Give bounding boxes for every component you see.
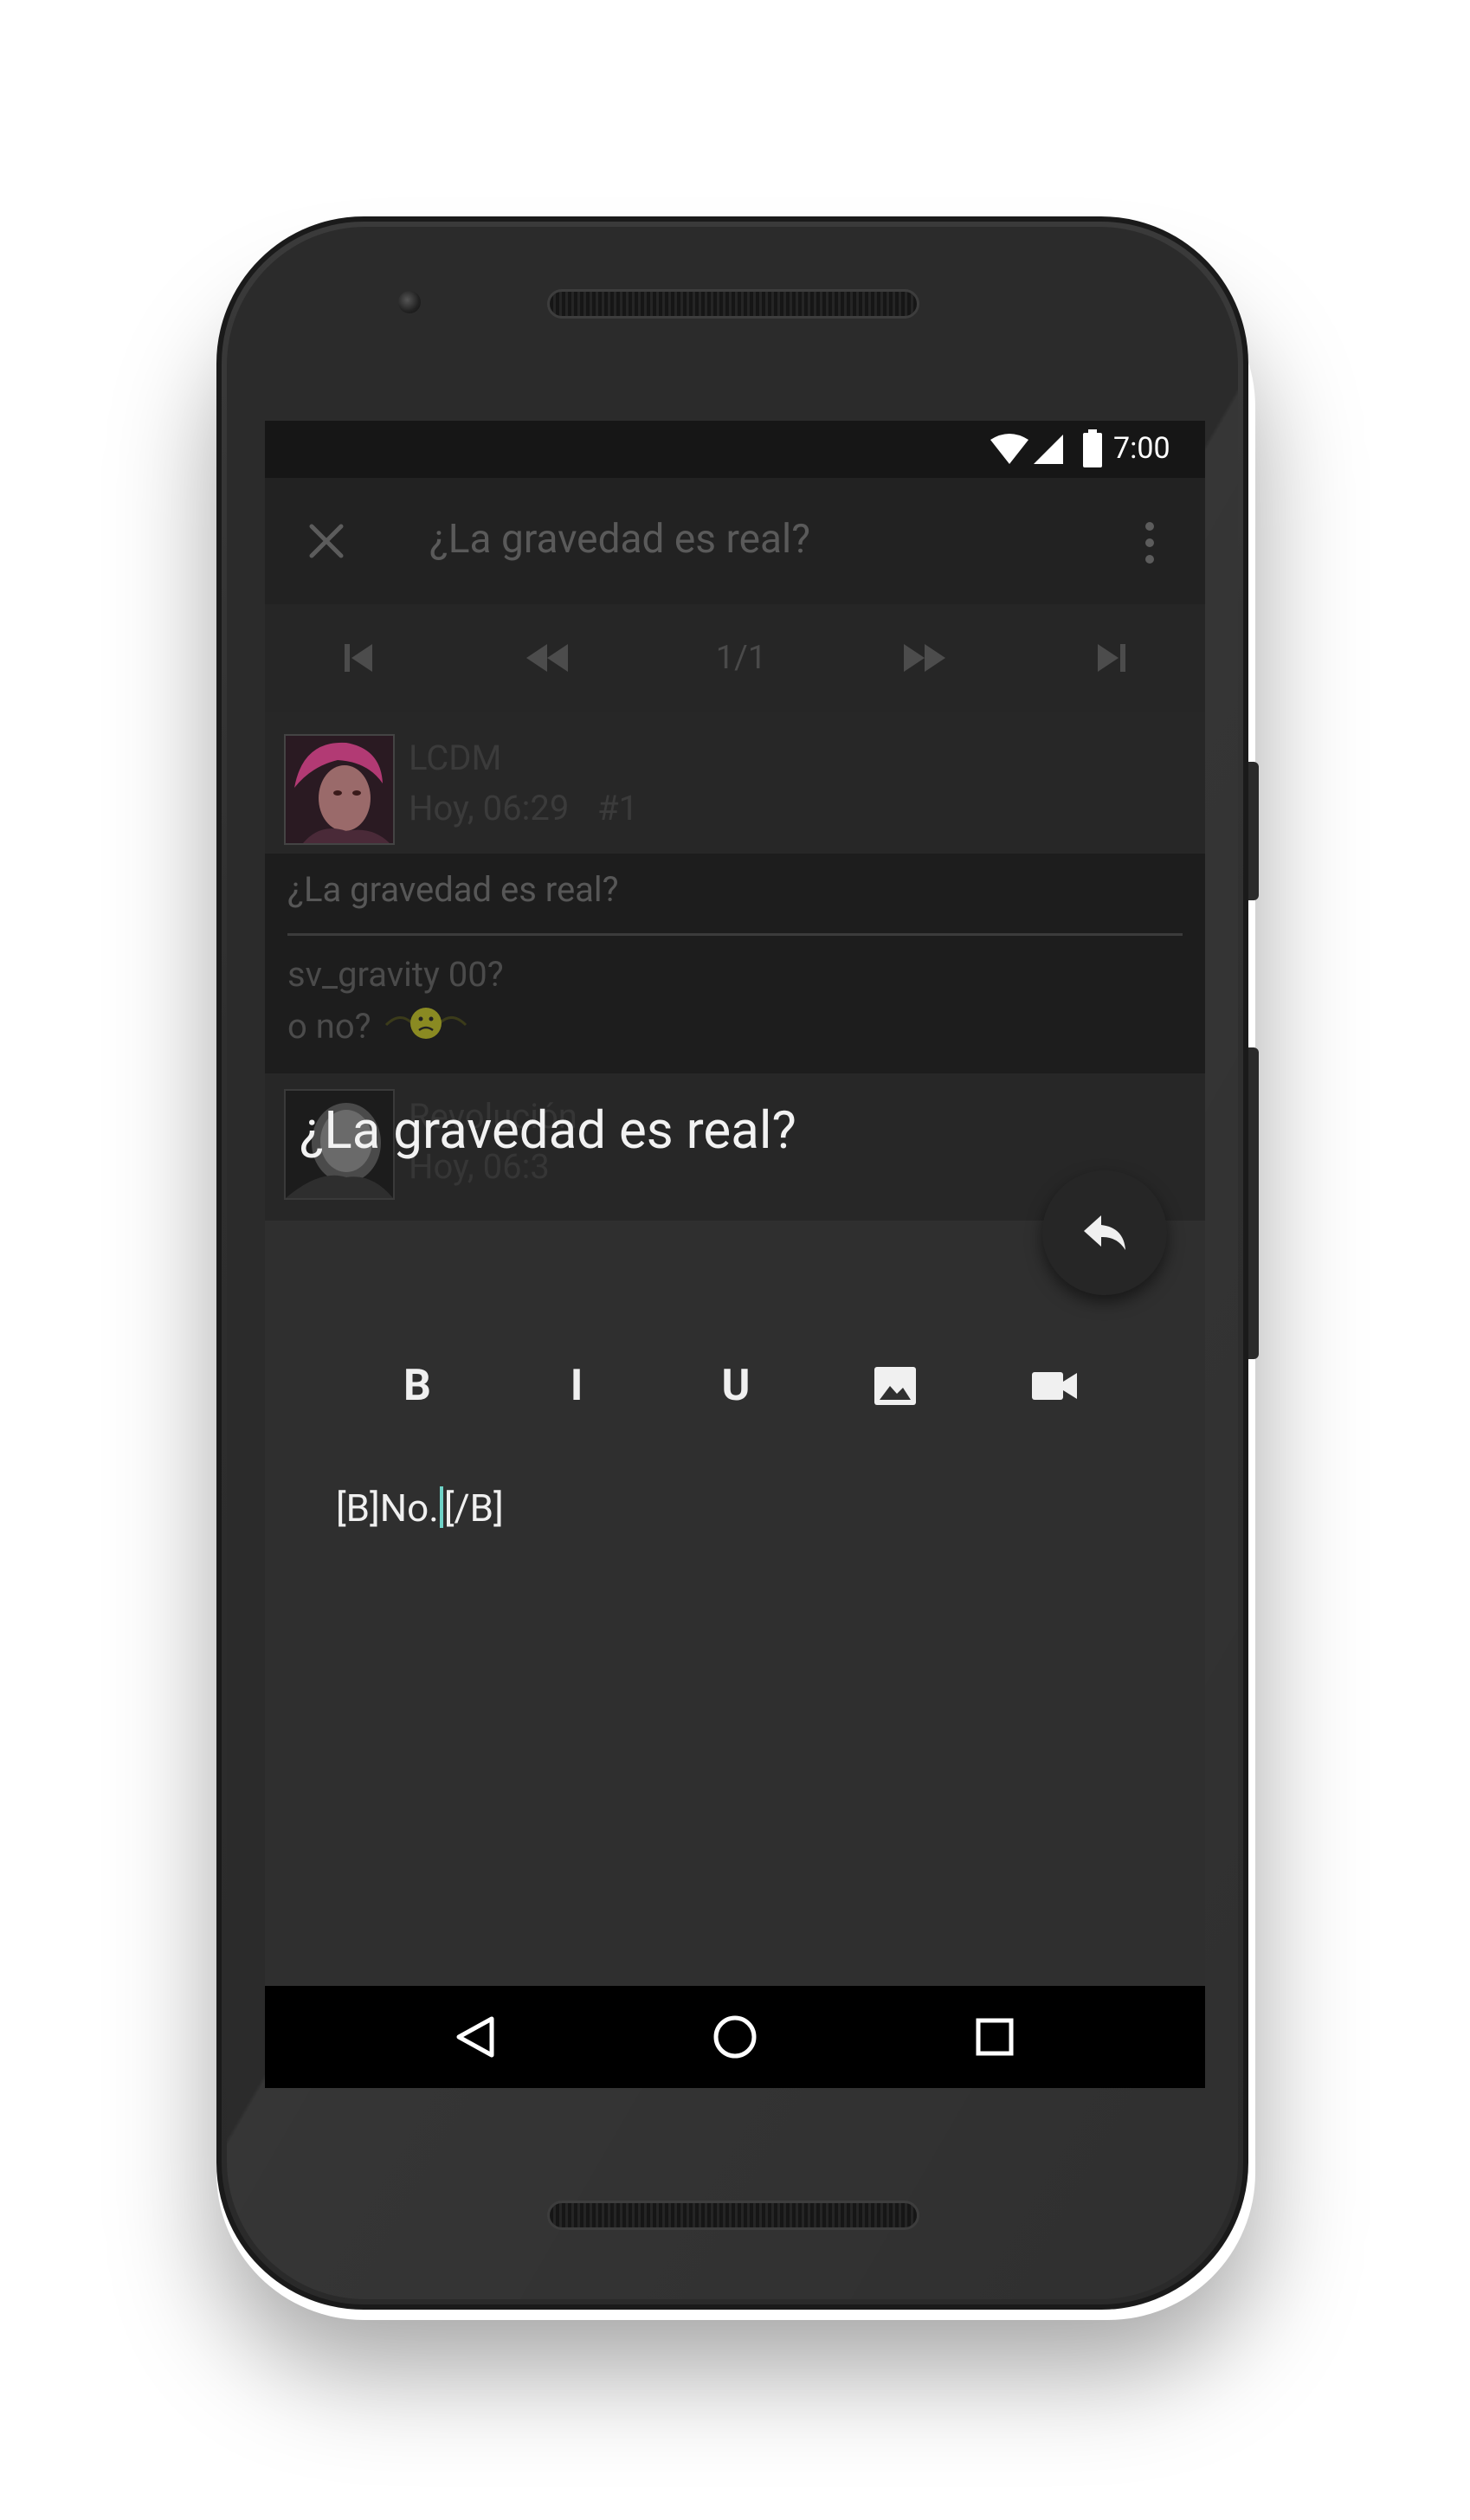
text-cursor <box>439 1486 443 1528</box>
home-circle-icon <box>713 2015 757 2059</box>
avatar-image <box>286 736 393 843</box>
recents-square-icon <box>976 2018 1014 2056</box>
format-toolbar: B I U <box>265 1312 1205 1460</box>
post-number: #1 <box>597 788 639 828</box>
screen: 7:00 ¿La gravedad es real? 1/1 LCDM Hoy,… <box>265 421 1205 2088</box>
post-title: ¿La gravedad es real? <box>287 869 619 910</box>
status-bar: 7:00 <box>265 421 1205 478</box>
bold-button[interactable]: B <box>370 1338 465 1434</box>
page-navigation: 1/1 <box>265 604 1205 712</box>
sad-emoticon-icon <box>384 1008 467 1039</box>
system-nav-bar <box>265 1986 1205 2088</box>
page-counter: 1/1 <box>715 639 767 677</box>
battery-icon <box>1083 429 1102 467</box>
wifi-icon <box>990 434 1028 464</box>
underline-button[interactable]: U <box>688 1338 783 1434</box>
close-icon[interactable] <box>308 523 345 559</box>
image-icon <box>874 1367 916 1405</box>
reply-icon <box>1084 1215 1125 1250</box>
recents-button[interactable] <box>956 1998 1034 2076</box>
insert-image-button[interactable] <box>848 1338 943 1434</box>
insert-video-button[interactable] <box>1007 1338 1102 1434</box>
reply-text-after-cursor: [/B] <box>443 1486 504 1531</box>
skip-last-icon[interactable] <box>1094 642 1129 674</box>
skip-first-icon[interactable] <box>341 642 376 674</box>
top-speaker <box>547 289 919 319</box>
avatar[interactable] <box>284 734 395 845</box>
post-author[interactable]: LCDM <box>409 738 501 778</box>
back-triangle-icon <box>456 2016 494 2058</box>
home-button[interactable] <box>696 1998 774 2076</box>
fast-forward-icon[interactable] <box>902 642 947 674</box>
back-button[interactable] <box>436 1998 514 2076</box>
power-button <box>1248 762 1259 900</box>
reply-fab-button[interactable] <box>1042 1170 1167 1295</box>
volume-button <box>1248 1047 1259 1359</box>
post-text-line: sv_gravity 00? <box>287 954 504 995</box>
divider <box>287 933 1183 936</box>
reply-title: ¿La gravedad es real? <box>300 1099 796 1161</box>
reply-text-field[interactable]: [B]No. [/B] <box>336 1486 1132 1832</box>
bottom-speaker <box>547 2201 919 2230</box>
app-bar: ¿La gravedad es real? <box>265 478 1205 604</box>
signal-icon <box>1034 435 1063 464</box>
status-time: 7:00 <box>1113 431 1170 466</box>
videocam-icon <box>1032 1372 1077 1400</box>
post-date: Hoy, 06:29 <box>409 788 570 828</box>
rewind-icon[interactable] <box>525 642 570 674</box>
more-vert-icon[interactable] <box>1143 521 1157 564</box>
post-body: ¿La gravedad es real? sv_gravity 00? o n… <box>265 854 1205 1073</box>
post-header[interactable]: LCDM Hoy, 06:29 #1 <box>265 712 1205 854</box>
post-text-line: o no? <box>287 1006 371 1047</box>
reply-text-before-cursor: [B]No. <box>336 1486 439 1531</box>
page-title: ¿La gravedad es real? <box>429 516 810 563</box>
front-camera <box>398 291 421 313</box>
italic-button[interactable]: I <box>529 1338 624 1434</box>
